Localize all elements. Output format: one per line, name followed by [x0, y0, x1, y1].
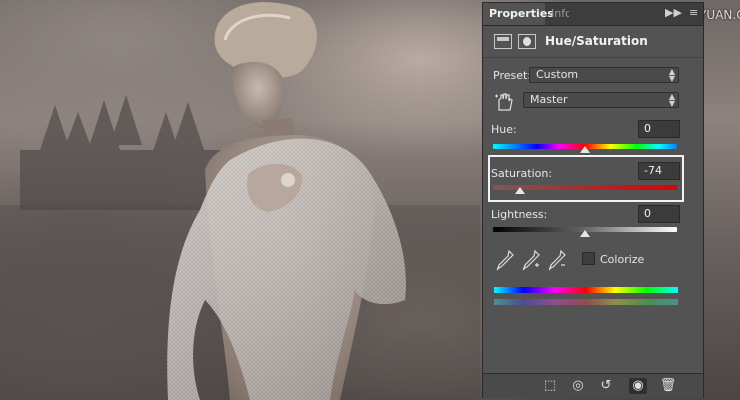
targeted-adjustment-hand-icon[interactable] — [494, 92, 514, 112]
hue-input[interactable]: 0 — [638, 120, 680, 138]
colorize-checkbox[interactable] — [582, 252, 595, 265]
eyedropper-plus-icon[interactable] — [521, 249, 541, 271]
adjustment-header: Hue/Saturation — [483, 27, 703, 58]
layer-mask-icon[interactable] — [518, 34, 536, 49]
woman-with-veil — [167, 2, 406, 400]
channel-dropdown[interactable]: Master ▲ ▼ — [523, 92, 679, 108]
lightness-input[interactable]: 0 — [638, 205, 680, 223]
hue-slider-thumb[interactable] — [580, 146, 590, 153]
adjustment-layer-icon[interactable] — [494, 34, 512, 49]
collapse-icon[interactable]: ▶▶ — [665, 6, 682, 19]
eyedropper-icon[interactable] — [495, 249, 515, 271]
delete-icon[interactable]: 🗑 — [659, 378, 677, 394]
tab-info[interactable]: Info — [545, 3, 569, 25]
preset-value: Custom — [536, 68, 579, 81]
channel-value: Master — [530, 93, 568, 106]
lightness-slider-thumb[interactable] — [580, 230, 590, 237]
saturation-highlight-box — [488, 155, 684, 202]
adjusted-spectrum-bar — [494, 299, 678, 305]
view-previous-icon[interactable]: ◎ — [569, 378, 587, 394]
chevron-updown-icon: ▲ ▼ — [668, 67, 675, 83]
preset-dropdown[interactable]: Custom ▲ ▼ — [529, 67, 679, 83]
eyedropper-minus-icon[interactable] — [547, 249, 567, 271]
visibility-eye-icon[interactable]: ◉ — [629, 378, 647, 394]
tab-properties[interactable]: Properties — [483, 3, 554, 25]
reset-icon[interactable]: ↺ — [597, 378, 615, 394]
adjustment-title: Hue/Saturation — [545, 34, 648, 48]
preset-label: Preset: — [493, 69, 532, 82]
panel-tabbar: Properties Info ▶▶ ≡ — [483, 3, 703, 26]
lightness-label: Lightness: — [491, 208, 548, 221]
panel-menu-icon[interactable]: ≡ — [689, 6, 698, 19]
hue-label: Hue: — [491, 123, 517, 136]
chevron-updown-icon: ▲ ▼ — [668, 92, 675, 108]
hue-spectrum-bar — [494, 287, 678, 293]
clip-to-layer-icon[interactable]: ⬚ — [541, 378, 559, 394]
colorize-label: Colorize — [600, 253, 645, 266]
panel-footer: ⬚ ◎ ↺ ◉ 🗑 — [483, 373, 703, 398]
